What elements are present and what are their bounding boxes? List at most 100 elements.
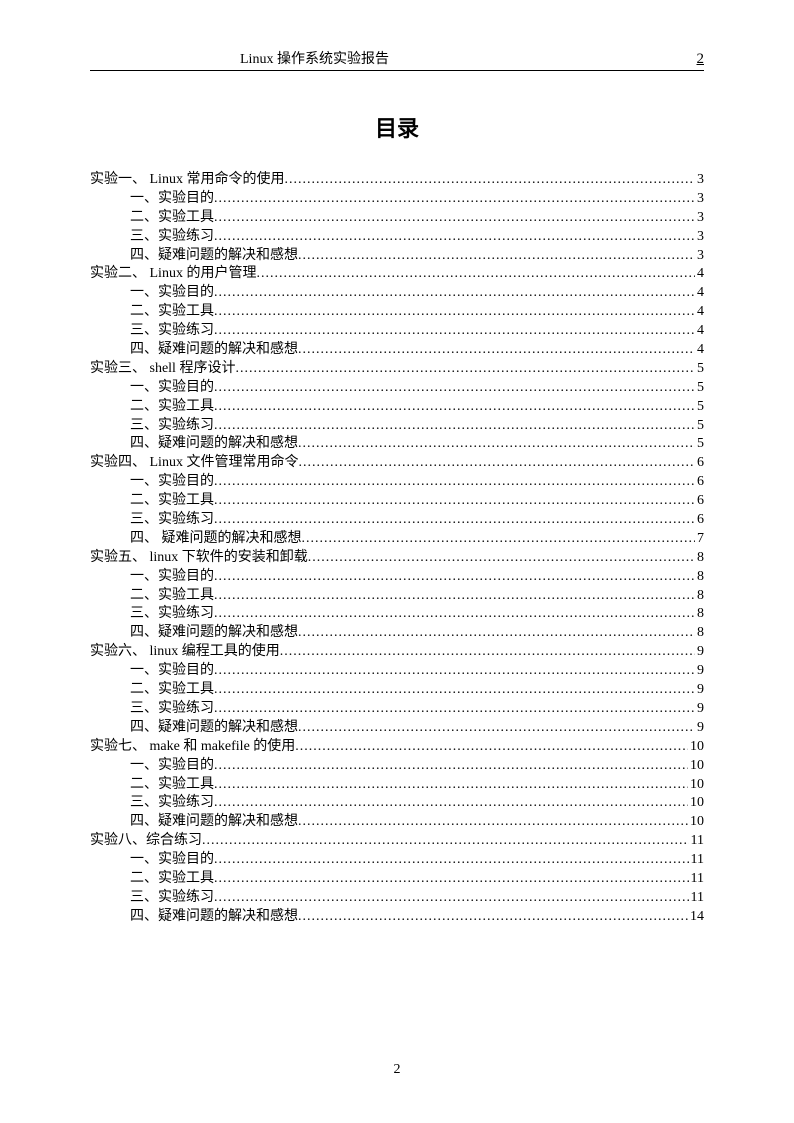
toc-entry-page: 11 [689, 889, 704, 908]
toc-entry: 三、实验练习 10 [90, 794, 704, 813]
toc-entry-label: 实验三、 shell 程序设计 [90, 360, 235, 379]
toc-entry: 实验八、综合练习 11 [90, 832, 704, 851]
toc-entry: 三、实验练习9 [90, 700, 704, 719]
toc-leader-dots [235, 360, 695, 379]
toc-entry: 四、疑难问题的解决和感想4 [90, 341, 704, 360]
toc-title: 目录 [90, 111, 704, 143]
toc-entry-page: 5 [695, 435, 704, 454]
toc-leader-dots [214, 851, 689, 870]
toc-leader-dots [298, 341, 695, 360]
toc-entry-label: 实验一、 Linux 常用命令的使用 [90, 171, 284, 190]
toc-entry: 四、疑难问题的解决和感想10 [90, 813, 704, 832]
toc-entry-page: 4 [695, 322, 704, 341]
toc-entry: 三、实验练习3 [90, 228, 704, 247]
toc-entry-label: 一、实验目的 [130, 284, 214, 303]
toc-leader-dots [298, 624, 695, 643]
page-header: Linux 操作系统实验报告 2 [90, 48, 704, 71]
toc-entry: 实验一、 Linux 常用命令的使用3 [90, 171, 704, 190]
toc-entry-label: 二、实验工具 [130, 303, 214, 322]
toc-entry: 三、实验练习5 [90, 417, 704, 436]
toc-leader-dots [214, 398, 695, 417]
toc-entry-label: 二、实验工具 [130, 681, 214, 700]
toc-entry-page: 6 [695, 454, 704, 473]
toc-entry-page: 11 [689, 851, 704, 870]
footer-page-number: 2 [0, 1062, 794, 1078]
toc-entry: 二、实验工具 11 [90, 870, 704, 889]
toc-entry-label: 四、疑难问题的解决和感想 [130, 247, 298, 266]
toc-leader-dots [214, 700, 695, 719]
toc-entry-label: 一、实验目的 [130, 379, 214, 398]
toc-entry-page: 6 [695, 492, 704, 511]
toc-entry-page: 11 [689, 870, 704, 889]
toc-leader-dots [298, 813, 688, 832]
toc-leader-dots [214, 417, 695, 436]
toc-entry: 一、实验目的 4 [90, 284, 704, 303]
toc-leader-dots [298, 454, 695, 473]
toc-entry-label: 实验八、综合练习 [90, 832, 202, 851]
toc-leader-dots [214, 209, 695, 228]
toc-entry: 三、实验练习 6 [90, 511, 704, 530]
toc-leader-dots [295, 738, 688, 757]
toc-leader-dots [298, 719, 695, 738]
header-title: Linux 操作系统实验报告 [240, 48, 389, 68]
toc-entry-page: 10 [688, 794, 704, 813]
toc-entry-label: 四、 疑难问题的解决和感想 [130, 530, 302, 549]
toc-entry: 实验七、 make 和 makefile 的使用10 [90, 738, 704, 757]
toc-leader-dots [214, 870, 689, 889]
toc-entry-page: 10 [688, 813, 704, 832]
toc-entry-label: 二、实验工具 [130, 398, 214, 417]
table-of-contents: 实验一、 Linux 常用命令的使用3一、实验目的3二、实验工具3三、实验练习3… [90, 171, 704, 927]
toc-leader-dots [214, 322, 695, 341]
toc-entry: 二、实验工具 3 [90, 209, 704, 228]
toc-leader-dots [298, 908, 688, 927]
toc-entry-label: 三、实验练习 [130, 511, 214, 530]
toc-leader-dots [214, 605, 695, 624]
toc-leader-dots [214, 379, 695, 398]
toc-leader-dots [214, 662, 695, 681]
toc-entry-label: 三、实验练习 [130, 794, 214, 813]
toc-entry-page: 5 [695, 398, 704, 417]
toc-leader-dots [214, 284, 695, 303]
toc-leader-dots [280, 643, 695, 662]
toc-entry-label: 一、实验目的 [130, 851, 214, 870]
toc-entry-label: 实验六、 linux 编程工具的使用 [90, 643, 280, 662]
toc-leader-dots [214, 511, 695, 530]
toc-entry: 一、实验目的9 [90, 662, 704, 681]
toc-entry-label: 三、实验练习 [130, 322, 214, 341]
toc-entry-page: 4 [695, 303, 704, 322]
toc-leader-dots [214, 492, 695, 511]
toc-entry: 实验三、 shell 程序设计 5 [90, 360, 704, 379]
toc-entry: 一、实验目的5 [90, 379, 704, 398]
toc-entry-page: 9 [695, 643, 704, 662]
toc-entry-page: 5 [695, 360, 704, 379]
toc-entry-label: 实验二、 Linux 的用户管理 [90, 265, 256, 284]
toc-entry: 一、实验目的3 [90, 190, 704, 209]
toc-entry-label: 一、实验目的 [130, 662, 214, 681]
toc-leader-dots [256, 265, 695, 284]
toc-entry-page: 3 [695, 190, 704, 209]
toc-entry-page: 3 [695, 209, 704, 228]
toc-entry: 二、实验工具8 [90, 587, 704, 606]
toc-entry-page: 6 [695, 511, 704, 530]
toc-entry-page: 8 [695, 587, 704, 606]
toc-entry: 实验六、 linux 编程工具的使用 9 [90, 643, 704, 662]
toc-entry: 三、实验练习 4 [90, 322, 704, 341]
toc-entry-label: 二、实验工具 [130, 492, 214, 511]
toc-entry: 四、疑难问题的解决和感想9 [90, 719, 704, 738]
toc-leader-dots [298, 247, 695, 266]
toc-entry-label: 二、实验工具 [130, 209, 214, 228]
toc-entry-label: 四、疑难问题的解决和感想 [130, 435, 298, 454]
toc-entry: 四、 疑难问题的解决和感想7 [90, 530, 704, 549]
toc-leader-dots [214, 889, 689, 908]
toc-entry-page: 8 [695, 568, 704, 587]
toc-entry-label: 二、实验工具 [130, 870, 214, 889]
toc-entry: 实验四、 Linux 文件管理常用命令6 [90, 454, 704, 473]
toc-leader-dots [214, 776, 688, 795]
toc-leader-dots [298, 435, 695, 454]
toc-entry-page: 11 [689, 832, 704, 851]
toc-leader-dots [214, 681, 695, 700]
toc-entry-label: 四、疑难问题的解决和感想 [130, 908, 298, 927]
toc-entry-page: 4 [695, 284, 704, 303]
toc-entry-page: 9 [695, 719, 704, 738]
toc-entry: 一、实验目的8 [90, 568, 704, 587]
